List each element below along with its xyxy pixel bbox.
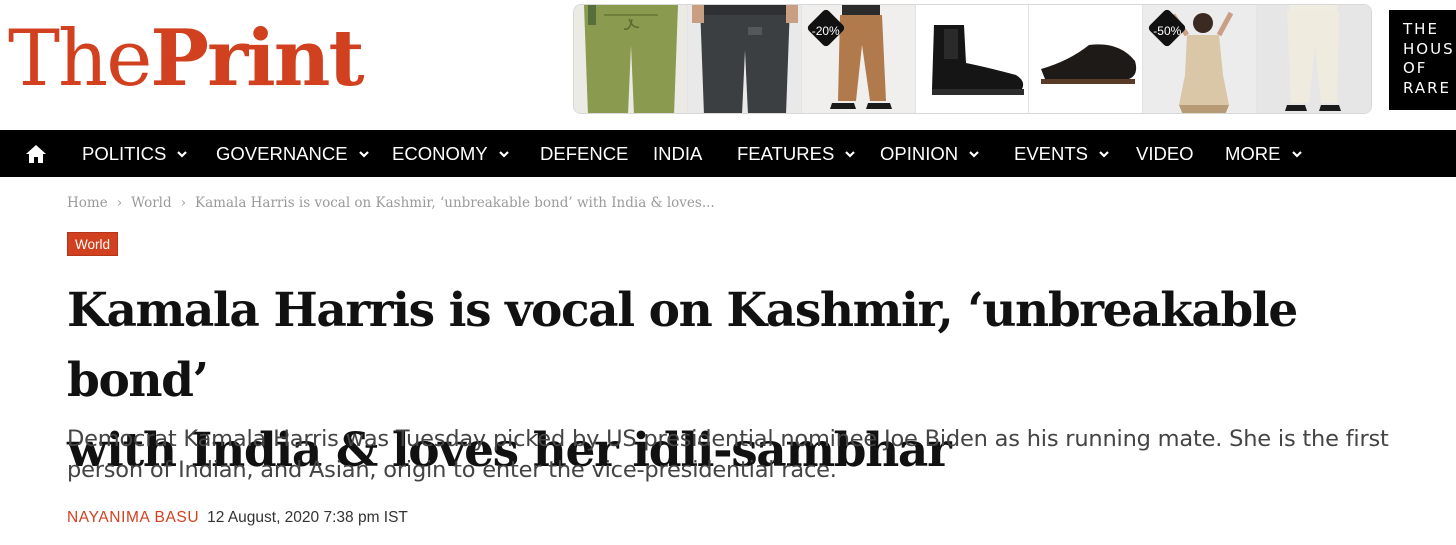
brand-logo-box[interactable]: THE HOUS OF RARE — [1389, 10, 1456, 110]
publish-date: 12 August, 2020 7:38 pm IST — [207, 509, 408, 526]
breadcrumb-separator: › — [116, 195, 123, 211]
nav-item-label: ECONOMY — [392, 143, 488, 164]
nav-item-opinion[interactable]: OPINION — [880, 130, 980, 177]
chelsea-boot-image — [915, 5, 1029, 113]
breadcrumb-section-link[interactable]: World — [131, 195, 172, 211]
nav-item-video[interactable]: VIDEO — [1136, 130, 1194, 177]
chevron-down-icon — [1099, 150, 1109, 158]
discount-badge-text: -50% — [1153, 24, 1182, 38]
nav-item-label: VIDEO — [1136, 143, 1194, 164]
ad-tile-olive-trousers[interactable] — [574, 5, 688, 113]
nav-item-features[interactable]: FEATURES — [737, 130, 856, 177]
charcoal-trousers-image — [687, 5, 801, 113]
nav-item-label: POLITICS — [82, 143, 167, 164]
breadcrumb: Home › World › Kamala Harris is vocal on Kas… — [67, 195, 715, 211]
chevron-down-icon — [498, 150, 509, 158]
discount-badge: -50% — [1147, 8, 1188, 50]
home-icon[interactable] — [25, 144, 47, 164]
brand-line: OF — [1403, 59, 1428, 77]
ad-banner[interactable]: -20% -50% — [573, 4, 1372, 114]
nav-item-label: GOVERNANCE — [216, 143, 348, 164]
logo-text-the: The — [8, 14, 152, 104]
chevron-down-icon — [1291, 150, 1302, 158]
nav-item-more[interactable]: MORE — [1225, 130, 1303, 177]
main-nav: POLITICS GOVERNANCE ECONOMY DEFENCE INDI… — [0, 130, 1456, 177]
nav-item-label: DEFENCE — [540, 143, 629, 164]
breadcrumb-separator: › — [180, 195, 187, 211]
brand-line: RARE — [1403, 78, 1451, 97]
nav-item-india[interactable]: INDIA — [653, 130, 702, 177]
brand-line: THE — [1403, 20, 1439, 38]
black-mule-image — [1029, 5, 1143, 113]
ad-tile-beige-dress[interactable]: -50% — [1143, 5, 1258, 113]
nav-item-events[interactable]: EVENTS — [1014, 130, 1110, 177]
nav-item-label: EVENTS — [1014, 143, 1089, 164]
nav-item-defence[interactable]: DEFENCE — [540, 130, 628, 177]
nav-item-label: MORE — [1225, 143, 1281, 164]
site-logo[interactable]: ThePrint — [8, 13, 365, 105]
site-header: ThePrint -20% -50% THE HOUS OF RARE — [0, 0, 1456, 130]
logo-text-print: Print — [150, 13, 364, 104]
cream-trousers-image — [1257, 5, 1371, 113]
nav-item-economy[interactable]: ECONOMY — [392, 130, 510, 177]
ad-tile-black-mule[interactable] — [1029, 5, 1144, 113]
headline-line-1: Kamala Harris is vocal on Kashmir, ‘unbr… — [67, 283, 1298, 408]
ad-tile-chelsea-boot[interactable] — [915, 5, 1030, 113]
chevron-down-icon — [358, 150, 369, 158]
discount-badge: -20% — [805, 8, 846, 50]
breadcrumb-current: Kamala Harris is vocal on Kashmir, ‘unbr… — [195, 195, 715, 211]
nav-item-label: OPINION — [880, 143, 959, 164]
chevron-down-icon — [845, 150, 856, 158]
chevron-down-icon — [969, 150, 979, 158]
nav-item-politics[interactable]: POLITICS — [82, 130, 188, 177]
discount-badge-text: -20% — [811, 24, 840, 38]
nav-item-label: INDIA — [653, 143, 703, 164]
olive-trousers-image — [574, 5, 687, 113]
ad-tile-khaki-trousers[interactable]: -20% — [801, 5, 916, 113]
author-link[interactable]: NAYANIMA BASU — [67, 509, 199, 526]
nav-item-label: FEATURES — [737, 143, 835, 164]
category-tag[interactable]: World — [67, 232, 119, 256]
article-summary: Democrat Kamala Harris was Tuesday picke… — [67, 426, 1389, 483]
brand-line: HOUS — [1403, 39, 1455, 58]
ad-tile-charcoal-trousers[interactable] — [687, 5, 802, 113]
ad-tile-cream-trousers[interactable] — [1257, 5, 1371, 113]
nav-item-governance[interactable]: GOVERNANCE — [216, 130, 370, 177]
byline: NAYANIMA BASU 12 August, 2020 7:38 pm IST — [67, 509, 408, 527]
chevron-down-icon — [177, 150, 188, 158]
breadcrumb-home-link[interactable]: Home — [67, 195, 108, 211]
